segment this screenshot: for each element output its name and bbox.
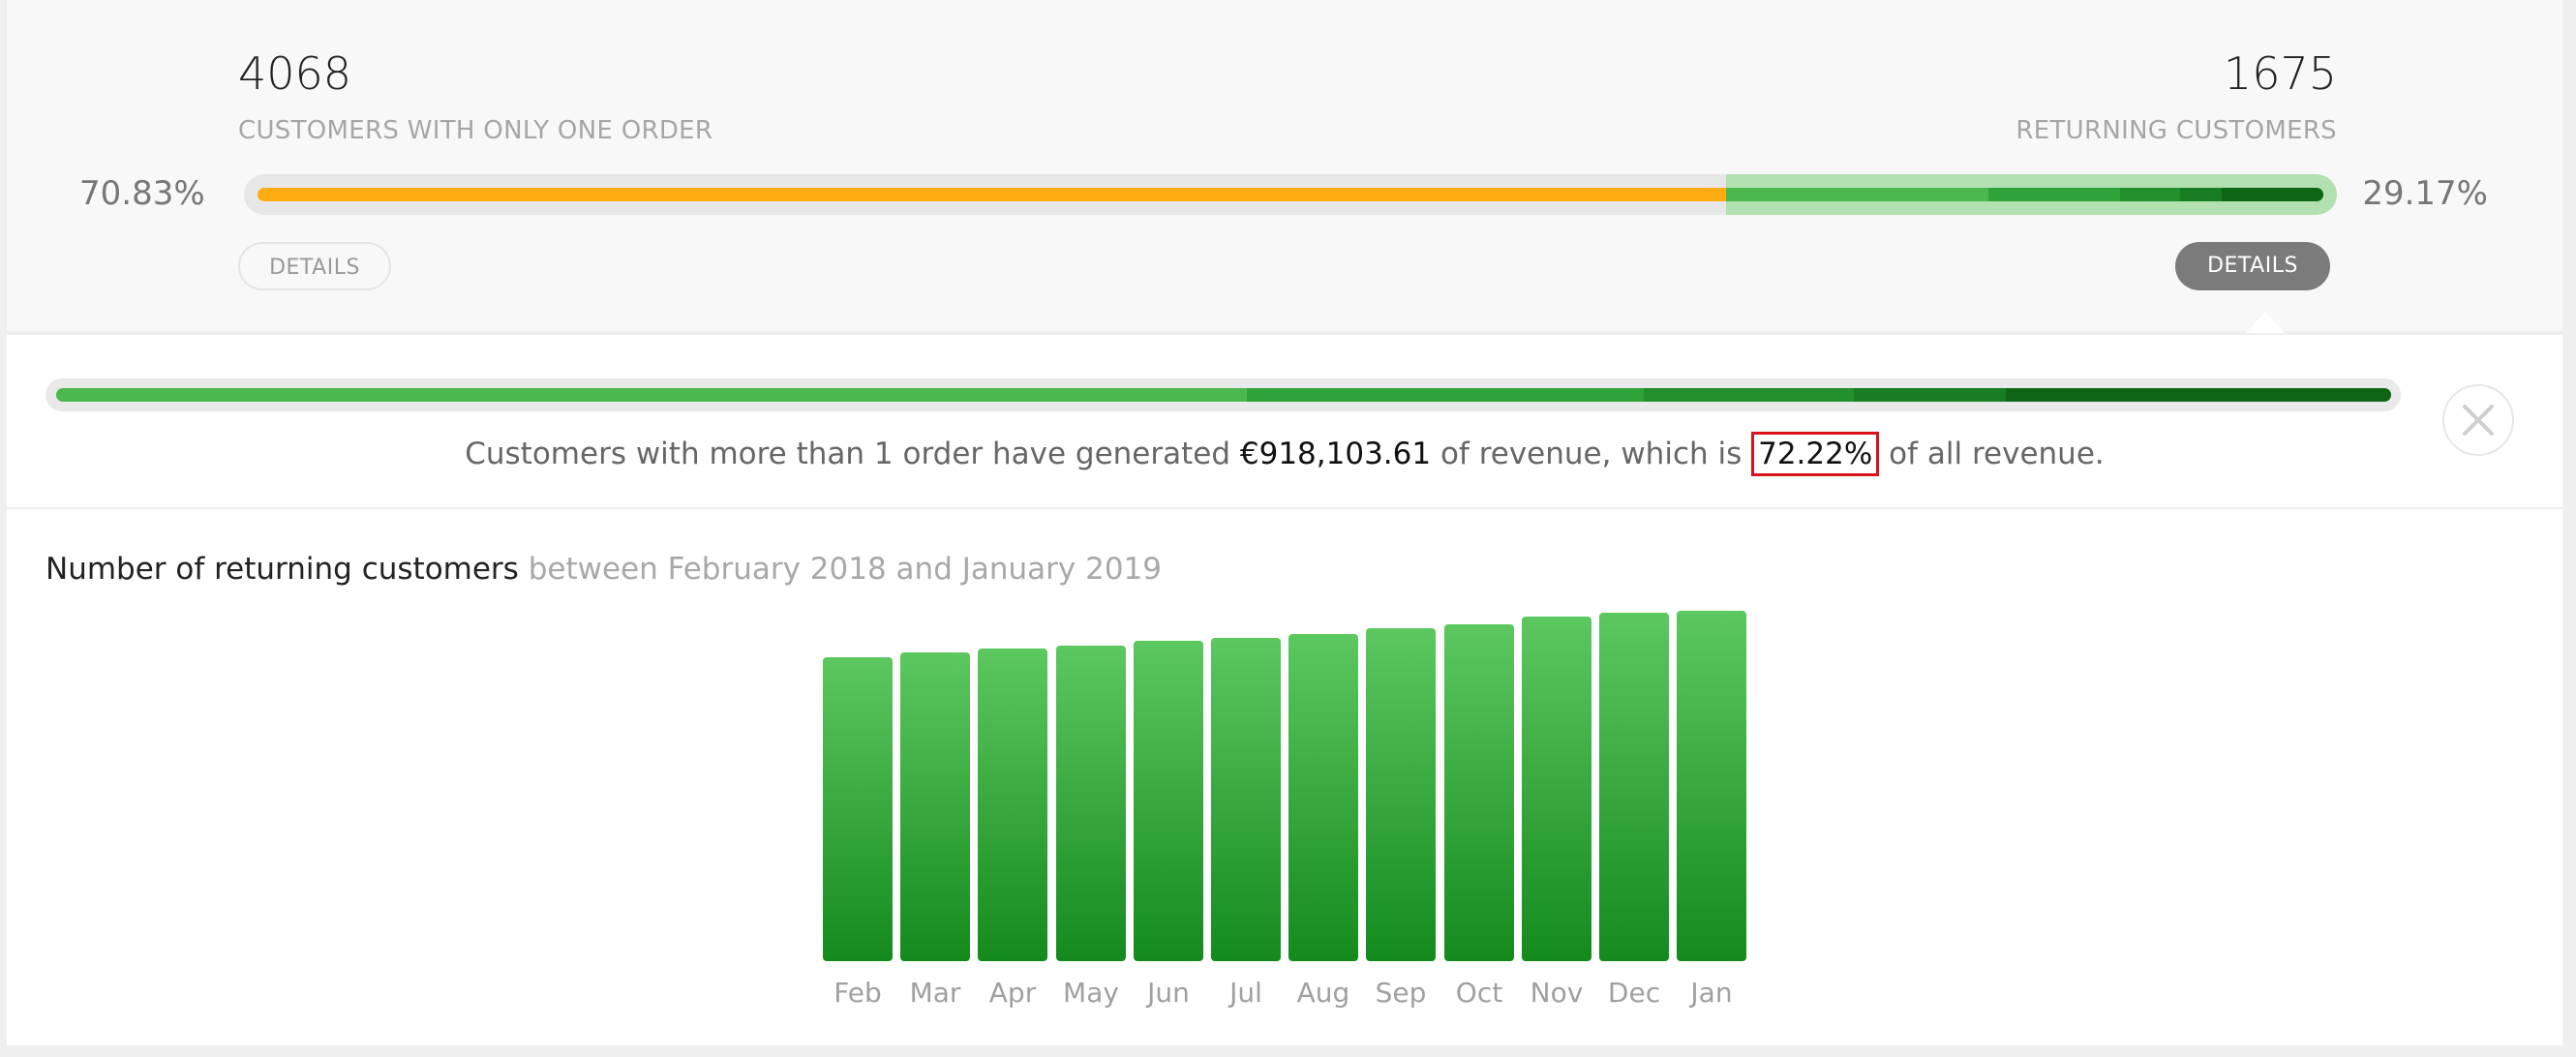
- returning-details-button[interactable]: DETAILS: [2175, 242, 2330, 290]
- returning-shade-segment: [2222, 188, 2323, 201]
- chart-bar-apr[interactable]: [978, 649, 1047, 961]
- x-tick-label: Nov: [1530, 977, 1584, 1009]
- returning-shade-segment: [2120, 188, 2180, 201]
- chart-bar-oct[interactable]: [1444, 624, 1514, 961]
- x-tick-label: Jul: [1227, 977, 1262, 1009]
- customer-split-bar: [244, 174, 2337, 215]
- returning-shade-segment: [2180, 188, 2222, 201]
- chart-title: Number of returning customers: [45, 552, 519, 587]
- chart-bar-jul[interactable]: [1211, 638, 1281, 961]
- x-tick-label: Jan: [1688, 977, 1732, 1009]
- chart-bar-dec[interactable]: [1599, 613, 1669, 961]
- revenue-bar: [45, 378, 2401, 411]
- x-tick-label: Oct: [1456, 977, 1502, 1009]
- chart-bar-feb[interactable]: [823, 657, 893, 961]
- chart-subtitle: between February 2018 and January 2019: [528, 552, 1163, 587]
- chart-bar-aug[interactable]: [1288, 634, 1358, 961]
- panel-divider: [7, 507, 2562, 509]
- one-order-percent: 70.83%: [79, 174, 205, 213]
- revenue-text-before: Customers with more than 1 order have ge…: [465, 437, 1240, 471]
- returning-shade-segment: [1988, 188, 2120, 201]
- one-order-bar-segment[interactable]: [258, 188, 1726, 201]
- chart-bar-may[interactable]: [1056, 646, 1126, 961]
- returning-percent: 29.17%: [2362, 174, 2488, 213]
- x-tick-label: Dec: [1608, 977, 1660, 1009]
- revenue-text-middle: of revenue, which is: [1431, 437, 1752, 471]
- revenue-shade-segment: [1247, 388, 1644, 402]
- chart-heading: Number of returning customers between Fe…: [45, 552, 1162, 587]
- x-tick-label: Sep: [1376, 977, 1427, 1009]
- revenue-shade-segment: [1644, 388, 1854, 402]
- x-tick-label: Aug: [1297, 977, 1350, 1009]
- x-tick-label: Mar: [910, 977, 961, 1009]
- revenue-text-after: of all revenue.: [1879, 437, 2105, 471]
- chart-bar-jun[interactable]: [1134, 641, 1203, 961]
- chart-bar-mar[interactable]: [900, 652, 970, 961]
- chart-bar-jan[interactable]: [1677, 611, 1746, 961]
- one-order-count: 4068: [238, 47, 352, 100]
- revenue-amount: €918,103.61: [1239, 437, 1432, 471]
- returning-customers-chart: Feb Mar Apr May Jun Jul Aug Sep Oct Nov Dec Jan: [823, 611, 1746, 1009]
- revenue-shade-segment: [56, 388, 1247, 402]
- x-tick-label: May: [1063, 977, 1119, 1009]
- returning-shade-segment: [1726, 188, 1988, 201]
- details-pointer: [2246, 312, 2285, 333]
- returning-count: 1675: [2223, 47, 2337, 100]
- x-tick-label: Apr: [989, 977, 1037, 1009]
- revenue-shade-segment: [1854, 388, 2006, 402]
- x-tick-label: Feb: [833, 977, 882, 1009]
- revenue-shade-segment: [2006, 388, 2391, 402]
- customer-split-card: 4068 CUSTOMERS WITH ONLY ONE ORDER 1675 …: [7, 0, 2562, 331]
- chart-bar-nov[interactable]: [1522, 617, 1591, 961]
- revenue-share-highlight: 72.22%: [1751, 432, 1880, 477]
- returning-details-panel: Customers with more than 1 order have ge…: [7, 335, 2562, 1045]
- revenue-summary: Customers with more than 1 order have ge…: [7, 432, 2562, 477]
- x-tick-label: Jun: [1145, 977, 1190, 1009]
- one-order-label: CUSTOMERS WITH ONLY ONE ORDER: [238, 116, 713, 145]
- chart-bar-sep[interactable]: [1366, 628, 1436, 961]
- one-order-details-button[interactable]: DETAILS: [238, 242, 391, 290]
- returning-label: RETURNING CUSTOMERS: [2015, 116, 2337, 145]
